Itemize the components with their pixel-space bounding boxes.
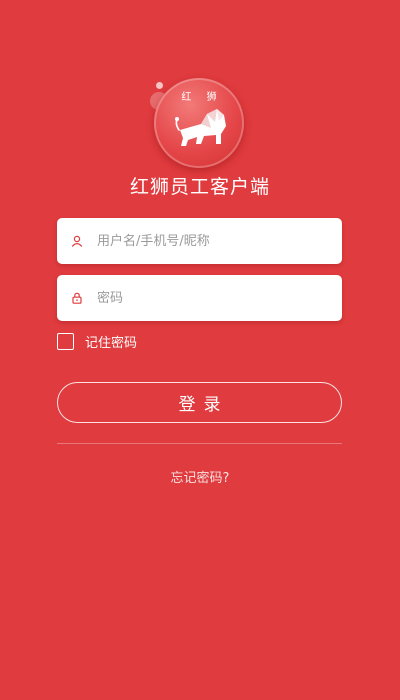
user-icon [71,235,83,247]
remember-checkbox[interactable] [57,332,74,350]
password-field[interactable] [57,275,342,321]
username-input[interactable] [97,226,317,256]
app-title: 红狮员工客户端 [129,176,270,198]
remember-password[interactable]: 记住密码 [57,332,138,351]
username-field[interactable] [57,218,342,264]
forgot-password-link[interactable]: 忘记密码? [0,467,400,486]
app-logo: 红 狮 [150,78,244,168]
lion-icon [175,109,226,146]
remember-label: 记住密码 [85,335,138,351]
lock-icon [72,292,82,304]
password-input[interactable] [97,283,317,313]
divider [57,443,342,444]
login-button[interactable]: 登录 [57,382,342,423]
